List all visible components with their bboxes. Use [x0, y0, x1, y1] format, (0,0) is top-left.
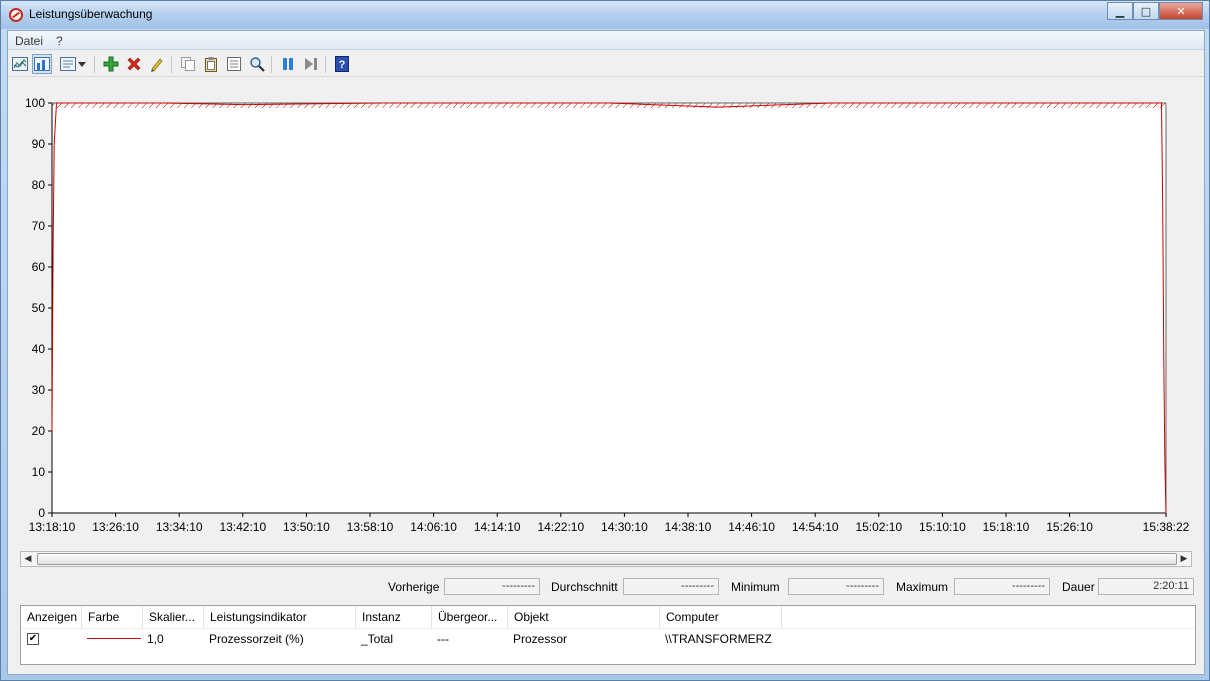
- column-header-parent[interactable]: Übergeor...: [432, 606, 508, 628]
- toolbar-separator: [171, 56, 172, 73]
- computer-value: \\TRANSFORMERZ: [665, 632, 772, 646]
- properties-icon[interactable]: [224, 54, 244, 74]
- toolbar: ?: [8, 51, 1204, 77]
- y-tick-label: 60: [32, 260, 46, 274]
- counter-name: Prozessorzeit (%): [209, 632, 304, 646]
- stats-bar: Vorherige --------- Durchschnitt -------…: [8, 577, 1204, 597]
- x-tick-label: 14:22:10: [537, 520, 584, 534]
- table-row[interactable]: ✔ 1,0 Prozessorzeit (%) _Total --- Proze…: [21, 628, 1195, 648]
- x-tick-label: 15:02:10: [855, 520, 902, 534]
- x-tick-label: 14:38:10: [665, 520, 712, 534]
- view-histogram-icon[interactable]: [32, 54, 52, 74]
- y-tick-label: 100: [25, 96, 45, 110]
- x-tick-label: 15:10:10: [919, 520, 966, 534]
- y-tick-label: 10: [32, 465, 46, 479]
- freeze-display-icon[interactable]: [278, 54, 298, 74]
- y-tick-label: 90: [32, 137, 46, 151]
- scroll-left-arrow-icon[interactable]: ◀: [21, 552, 35, 566]
- series-color-swatch: [87, 638, 141, 639]
- column-header-object[interactable]: Objekt: [508, 606, 660, 628]
- menu-bar: Datei ?: [8, 31, 1204, 50]
- close-button[interactable]: ✕: [1159, 2, 1203, 20]
- update-data-icon[interactable]: [301, 54, 321, 74]
- minimum-value: ---------: [788, 578, 884, 595]
- column-header-counter[interactable]: Leistungsindikator: [204, 606, 356, 628]
- counter-legend: Anzeigen Farbe Skalier... Leistungsindik…: [20, 605, 1196, 665]
- maximum-label: Maximum: [896, 580, 949, 594]
- y-tick-label: 80: [32, 178, 46, 192]
- scale-value: 1,0: [147, 632, 164, 646]
- horizontal-scrollbar[interactable]: ◀ ▶: [20, 551, 1192, 567]
- average-value: ---------: [623, 578, 719, 595]
- svg-text:?: ?: [339, 59, 346, 71]
- x-tick-label: 14:30:10: [601, 520, 648, 534]
- x-tick-label: 13:58:10: [347, 520, 394, 534]
- title-bar[interactable]: Leistungsüberwachung ▁ □ ✕: [1, 1, 1209, 29]
- x-tick-label: 13:26:10: [92, 520, 139, 534]
- maximize-button[interactable]: □: [1133, 2, 1159, 20]
- client-area: Datei ? ? 100 90 80 70 60 50 40 30 20 10…: [7, 30, 1205, 675]
- instance-value: _Total: [361, 632, 394, 646]
- view-report-icon[interactable]: [58, 54, 78, 74]
- toolbar-separator: [325, 56, 326, 73]
- duration-value: 2:20:11: [1098, 578, 1194, 595]
- paste-counter-list-icon[interactable]: [201, 54, 221, 74]
- y-tick-label: 0: [38, 506, 45, 520]
- y-tick-label: 20: [32, 424, 46, 438]
- x-tick-label: 13:18:10: [29, 520, 76, 534]
- chart-area: 100 90 80 70 60 50 40 30 20 10 0 13:18:10 13:26:10 13…: [8, 93, 1206, 543]
- scroll-thumb[interactable]: [37, 553, 1177, 565]
- duration-label: Dauer: [1062, 580, 1095, 594]
- menu-help[interactable]: ?: [56, 34, 63, 48]
- maximum-value: ---------: [954, 578, 1050, 595]
- menu-datei[interactable]: Datei: [15, 34, 43, 48]
- x-tick-label: 15:26:10: [1046, 520, 1093, 534]
- window-controls: ▁ □ ✕: [1107, 2, 1203, 20]
- dropdown-icon[interactable]: [76, 54, 88, 74]
- y-tick-label: 70: [32, 219, 46, 233]
- object-value: Prozessor: [513, 632, 568, 646]
- average-label: Durchschnitt: [551, 580, 618, 594]
- column-header-computer[interactable]: Computer: [660, 606, 782, 628]
- previous-label: Vorherige: [388, 580, 440, 594]
- highlight-icon[interactable]: [147, 54, 167, 74]
- x-tick-label: 14:46:10: [728, 520, 775, 534]
- toolbar-separator: [271, 56, 272, 73]
- x-tick-label: 14:14:10: [474, 520, 521, 534]
- show-checkbox[interactable]: ✔: [27, 633, 39, 645]
- delete-counter-icon[interactable]: [124, 54, 144, 74]
- column-header-show[interactable]: Anzeigen: [21, 606, 82, 628]
- x-tick-label: 15:38:22: [1143, 520, 1190, 534]
- x-tick-label: 14:54:10: [792, 520, 839, 534]
- minimum-label: Minimum: [731, 580, 780, 594]
- help-icon[interactable]: ?: [332, 54, 352, 74]
- x-tick-label: 14:06:10: [410, 520, 457, 534]
- toolbar-separator: [94, 56, 95, 73]
- view-graph-icon[interactable]: [10, 54, 30, 74]
- performance-chart: 100908070605040302010013:18:10 13:26:10 13…: [25, 96, 1190, 534]
- y-tick-label: 30: [32, 383, 46, 397]
- app-icon: [9, 8, 23, 22]
- plot-background: [52, 103, 1166, 513]
- x-tick-label: 13:42:10: [219, 520, 266, 534]
- column-header-instance[interactable]: Instanz: [356, 606, 432, 628]
- copy-properties-icon[interactable]: [178, 54, 198, 74]
- x-tick-label: 13:50:10: [283, 520, 330, 534]
- legend-header: Anzeigen Farbe Skalier... Leistungsindik…: [21, 606, 1195, 628]
- parent-value: ---: [437, 632, 449, 646]
- y-tick-label: 40: [32, 342, 46, 356]
- column-header-color[interactable]: Farbe: [82, 606, 143, 628]
- column-header-scale[interactable]: Skalier...: [143, 606, 204, 628]
- main-window: Leistungsüberwachung ▁ □ ✕ Datei ? ? 100…: [0, 0, 1210, 681]
- y-tick-label: 50: [32, 301, 46, 315]
- zoom-icon[interactable]: [247, 54, 267, 74]
- previous-value: ---------: [444, 578, 540, 595]
- minimize-button[interactable]: ▁: [1107, 2, 1133, 20]
- window-title: Leistungsüberwachung: [29, 7, 153, 21]
- add-counter-icon[interactable]: [101, 54, 121, 74]
- x-tick-label: 13:34:10: [156, 520, 203, 534]
- scroll-right-arrow-icon[interactable]: ▶: [1177, 552, 1191, 566]
- x-tick-label: 15:18:10: [983, 520, 1030, 534]
